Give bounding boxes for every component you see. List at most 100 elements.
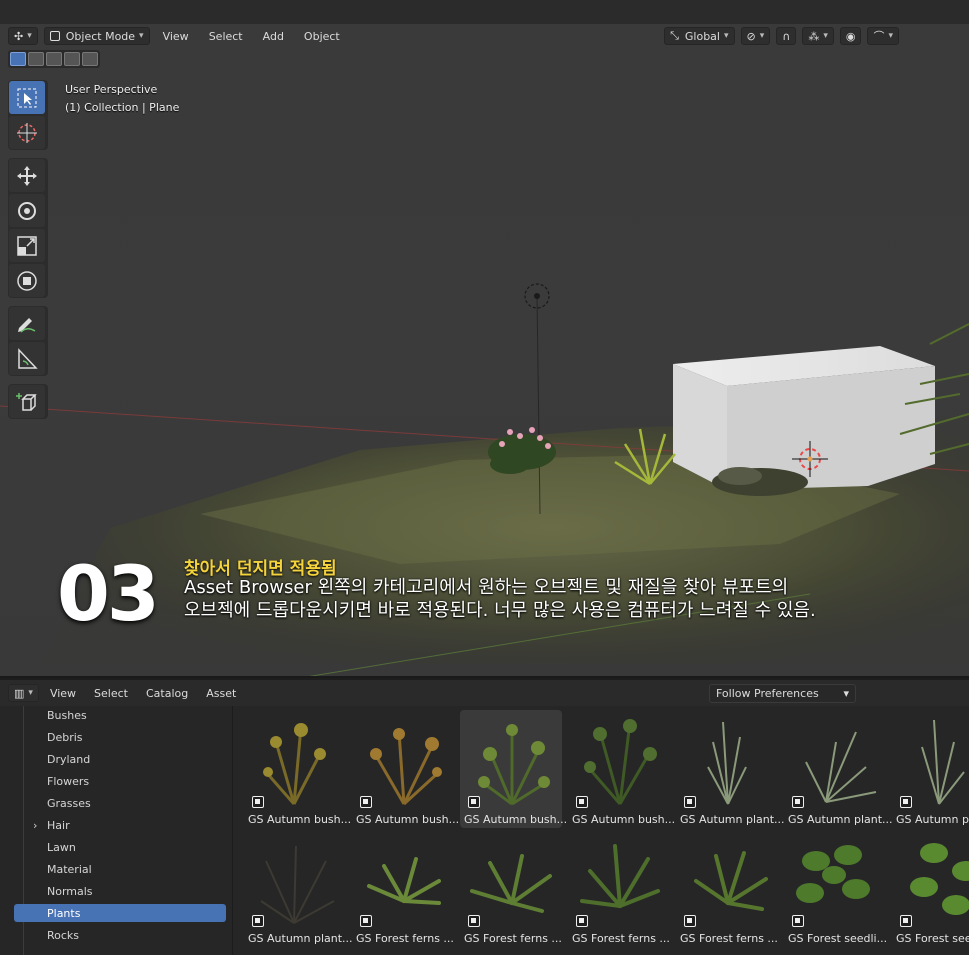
asset-type-icon	[900, 915, 912, 927]
plant-thumbnail	[370, 728, 442, 806]
catalog-label: Bushes	[47, 708, 87, 722]
asset-tile[interactable]: GS Forest ferns ...	[676, 829, 778, 947]
fern-thumbnail	[580, 844, 660, 908]
catalog-item-lawn[interactable]: Lawn	[14, 838, 226, 856]
select-intersect-icon[interactable]	[82, 52, 98, 66]
catalog-label: Plants	[47, 906, 81, 920]
viewport-header: ✣ ▾ Object Mode ▾ View Select Add Object …	[0, 24, 969, 48]
select-new-icon[interactable]	[10, 52, 26, 66]
catalog-label: Debris	[47, 730, 83, 744]
asset-tile[interactable]: GS Forest ferns ...	[568, 829, 670, 947]
editor-type-button[interactable]: ✣ ▾	[8, 27, 38, 45]
fern-thumbnail	[470, 854, 552, 913]
catalog-item-plants[interactable]: Plants	[14, 904, 226, 922]
menu-object[interactable]: Object	[297, 30, 347, 43]
annotate-tool[interactable]	[9, 307, 45, 340]
asset-tile[interactable]: GS Forest ferns ...	[460, 829, 562, 947]
catalog-item-rocks[interactable]: Rocks	[14, 926, 226, 944]
mode-dropdown[interactable]: Object Mode ▾	[43, 27, 150, 45]
3d-viewport[interactable]: ✣ ▾ Object Mode ▾ View Select Add Object …	[0, 24, 969, 678]
catalog-item-normals[interactable]: Normals	[14, 882, 226, 900]
add-cube-tool[interactable]	[9, 385, 45, 418]
transform-icon	[17, 270, 37, 291]
select-subtract-icon[interactable]	[46, 52, 62, 66]
catalog-item-hair[interactable]: › Hair	[14, 816, 226, 834]
asset-tile[interactable]: GS Autumn plant...	[784, 710, 892, 828]
asset-tile[interactable]: GS Autumn bush...	[460, 710, 567, 828]
editor-type-button[interactable]: ▥ ▾	[8, 684, 39, 702]
snap-grid-icon: ⁂	[808, 29, 820, 43]
menu-select[interactable]: Select	[87, 687, 135, 700]
library-dropdown[interactable]: Follow Preferences ▾	[709, 684, 856, 703]
asset-tile[interactable]: GS Autumn pla	[892, 710, 969, 828]
catalog-tree: Bushes Debris Dryland Flowers Grasses › …	[0, 706, 233, 955]
caption-line-2: 오브젝에 드롭다운시키면 바로 적용된다. 너무 많은 사용은 컴퓨터가 느려질…	[184, 600, 816, 621]
proportional-edit-icon: ◉	[845, 29, 856, 43]
falloff-dropdown[interactable]: ⌒ ▾	[867, 27, 899, 45]
asset-type-icon	[792, 915, 804, 927]
plant-thumbnail	[805, 731, 877, 803]
pivot-icon: ⊘	[746, 29, 756, 43]
chevron-right-icon[interactable]: ›	[33, 819, 37, 832]
asset-type-icon	[468, 915, 480, 927]
menu-view[interactable]: View	[156, 30, 196, 43]
asset-label: GS Autumn plant...	[680, 813, 784, 826]
viewport-info: User Perspective (1) Collection | Plane	[65, 81, 179, 117]
chevron-down-icon: ▾	[888, 31, 893, 41]
asset-label: GS Forest ferns ...	[356, 932, 454, 945]
orientation-label: Global	[684, 29, 720, 43]
plant-thumbnail	[263, 723, 326, 805]
mode-label: Object Mode	[65, 29, 136, 43]
asset-tile[interactable]: GS Autumn bush...	[352, 710, 459, 828]
falloff-curve-icon: ⌒	[873, 30, 885, 43]
orientation-dropdown[interactable]: ⤡ Global ▾	[664, 27, 735, 45]
snap-dropdown[interactable]: ⁂ ▾	[802, 27, 834, 45]
cursor-tool[interactable]	[9, 116, 45, 149]
tool-group-transform	[8, 158, 48, 298]
menu-asset[interactable]: Asset	[199, 687, 243, 700]
catalog-item-debris[interactable]: Debris	[14, 728, 226, 746]
asset-label: GS Forest see	[896, 932, 969, 945]
move-tool[interactable]	[9, 159, 45, 192]
add-cube-icon	[16, 392, 37, 411]
proportional-edit-toggle[interactable]: ◉	[839, 27, 862, 45]
asset-tile[interactable]: GS Autumn plant...	[244, 829, 352, 947]
plant-thumbnail	[478, 724, 550, 806]
top-bar	[0, 0, 969, 24]
catalog-item-dryland[interactable]: Dryland	[14, 750, 226, 768]
select-invert-icon[interactable]	[64, 52, 80, 66]
menu-select[interactable]: Select	[202, 30, 250, 43]
viewport-header-right: ⤡ Global ▾ ⊘ ▾ ∩ ⁂ ▾ ◉ ⌒ ▾	[664, 27, 899, 45]
catalog-label: Grasses	[47, 796, 91, 810]
pivot-dropdown[interactable]: ⊘ ▾	[740, 27, 771, 45]
asset-tile[interactable]: GS Autumn bush...	[244, 710, 351, 828]
asset-tile[interactable]: GS Forest ferns ...	[352, 829, 454, 947]
catalog-label: Dryland	[47, 752, 91, 766]
menu-catalog[interactable]: Catalog	[139, 687, 195, 700]
scale-icon	[17, 235, 37, 256]
seedling-thumbnail	[796, 845, 870, 903]
catalog-item-material[interactable]: Material	[14, 860, 226, 878]
catalog-item-grasses[interactable]: Grasses	[14, 794, 226, 812]
menu-view[interactable]: View	[43, 687, 83, 700]
asset-tile[interactable]: GS Forest see	[892, 829, 969, 947]
fern-thumbnail	[367, 857, 441, 905]
asset-tile[interactable]: GS Forest seedli...	[784, 829, 887, 947]
measure-tool[interactable]	[9, 342, 45, 375]
catalog-item-bushes[interactable]: Bushes	[14, 706, 226, 724]
select-extend-icon[interactable]	[28, 52, 44, 66]
asset-type-icon	[252, 915, 264, 927]
asset-tile[interactable]: GS Autumn plant...	[676, 710, 784, 828]
select-box-tool[interactable]	[9, 81, 45, 114]
rotate-tool[interactable]	[9, 194, 45, 227]
scale-tool[interactable]	[9, 229, 45, 262]
snap-toggle[interactable]: ∩	[776, 27, 797, 45]
tool-shelf	[8, 80, 48, 425]
asset-tile[interactable]: GS Autumn bush...	[568, 710, 675, 828]
asset-library-icon: ▥	[14, 686, 25, 700]
perspective-label: User Perspective	[65, 83, 158, 96]
transform-tool[interactable]	[9, 264, 45, 297]
chevron-down-icon: ▾	[27, 31, 32, 41]
menu-add[interactable]: Add	[256, 30, 291, 43]
catalog-item-flowers[interactable]: Flowers	[14, 772, 226, 790]
